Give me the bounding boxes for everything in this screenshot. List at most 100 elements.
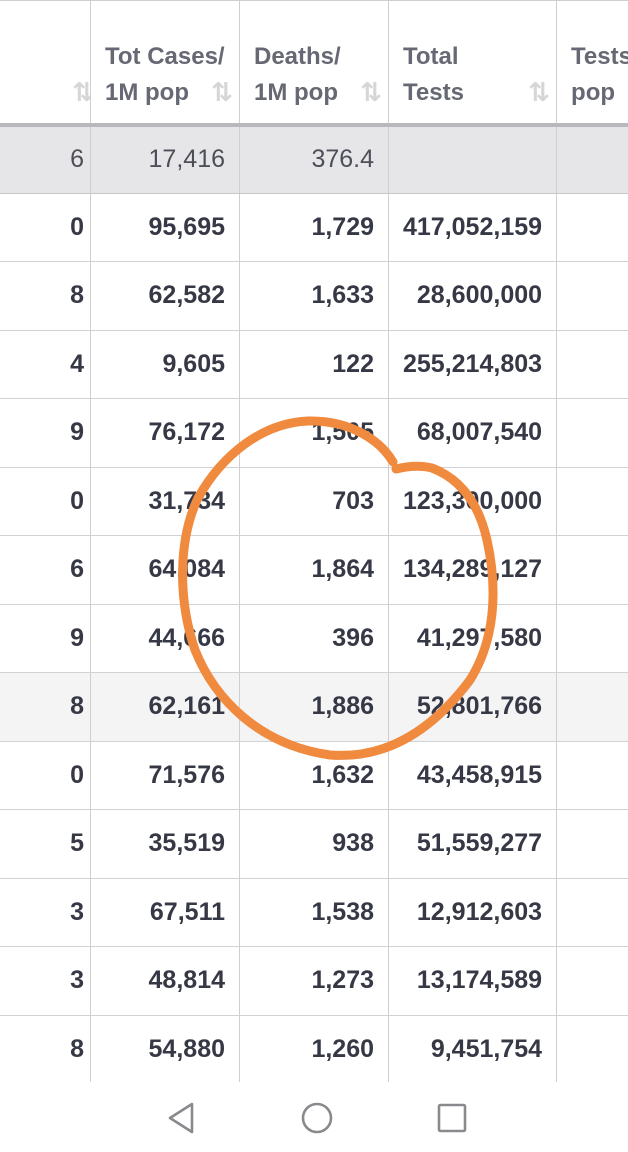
table-row[interactable]: 535,51993851,559,277613 [0, 809, 628, 879]
table-cell: 1,632 [239, 741, 389, 810]
table-cell: 9,451,754 [388, 1015, 558, 1082]
table-cell [388, 124, 558, 194]
table-cell: 67,511 [90, 878, 240, 947]
table-cell: 43,458,915 [388, 741, 558, 810]
table-cell: 376.4 [239, 124, 389, 194]
table-cell: 68,007,540 [388, 398, 558, 468]
table-cell: 844 [556, 467, 628, 536]
table-cell: 1,040 [556, 398, 628, 468]
table-cell: 1,729 [239, 193, 389, 262]
table-cell: 5 [0, 809, 91, 879]
table-row[interactable]: 976,1721,50568,007,5401,040 [0, 398, 628, 468]
table-row[interactable]: 031,734703123,300,000844 [0, 467, 628, 536]
column-header-active[interactable]: ⇅ [0, 0, 91, 127]
table-cell: 929 [556, 741, 628, 810]
sort-icon[interactable]: ⇅ [528, 74, 550, 110]
table-body: 6 17,416 376.4 095,6951,729417,052,1591,… [0, 124, 628, 1082]
table-cell: 207 [556, 1015, 628, 1082]
table-row[interactable]: 862,5821,63328,600,000133 [0, 261, 628, 331]
table-cell: 1,970 [556, 535, 628, 605]
table-cell: 874 [556, 672, 628, 742]
table-cell: 9 [0, 604, 91, 673]
table-cell: 8 [0, 1015, 91, 1082]
covid-stats-table: ⇅ Tot Cases/ 1M pop ⇅ Deaths/ 1M pop ⇅ T… [0, 0, 628, 1082]
table-row[interactable]: 862,1611,88652,801,766874 [0, 672, 628, 742]
table-cell: 256 [556, 946, 628, 1016]
column-header-label: Tests/ 1M pop [571, 43, 628, 106]
android-nav-bar [0, 1082, 628, 1152]
square-recents-icon[interactable] [434, 1100, 470, 1136]
table-cell: 41,297,580 [388, 604, 558, 673]
table-cell: 48,814 [90, 946, 240, 1016]
sort-icon[interactable]: ⇅ [211, 74, 233, 110]
column-header-total-tests[interactable]: Total Tests ⇅ [388, 0, 558, 127]
table-cell: 28,600,000 [388, 261, 558, 331]
table-row[interactable]: 944,66639641,297,580485 [0, 604, 628, 673]
table-cell: 183 [556, 330, 628, 399]
column-header-tot-cases-per-1m[interactable]: Tot Cases/ 1M pop ⇅ [90, 0, 240, 127]
table-cell: 62,161 [90, 672, 240, 742]
table-cell: 1,505 [239, 398, 389, 468]
table-cell: 8 [0, 261, 91, 331]
table-cell: 1,260 [239, 1015, 389, 1082]
table-cell: 35,519 [90, 809, 240, 879]
table-cell: 17,416 [90, 124, 240, 194]
table-cell: 9,605 [90, 330, 240, 399]
table-header-row: ⇅ Tot Cases/ 1M pop ⇅ Deaths/ 1M pop ⇅ T… [0, 0, 628, 127]
column-header-label: Tot Cases/ 1M pop [105, 43, 225, 106]
sort-icon[interactable]: ⇅ [72, 74, 89, 110]
table-cell: 6 [0, 124, 91, 194]
table-cell: 52,801,766 [388, 672, 558, 742]
table-cell: 3 [0, 878, 91, 947]
table-cell: 13,174,589 [388, 946, 558, 1016]
table-row[interactable]: 367,5111,53812,912,603341 [0, 878, 628, 947]
table-row[interactable]: 348,8141,27313,174,589256 [0, 946, 628, 1016]
table-cell: 0 [0, 467, 91, 536]
table-cell: 76,172 [90, 398, 240, 468]
table-cell: 4 [0, 330, 91, 399]
table-cell: 613 [556, 809, 628, 879]
table-cell: 0 [0, 741, 91, 810]
table-cell: 1,273 [239, 946, 389, 1016]
table-row[interactable]: 095,6951,729417,052,1591,254 [0, 193, 628, 262]
triangle-back-icon[interactable] [164, 1100, 200, 1136]
table-cell: 95,695 [90, 193, 240, 262]
table-cell: 396 [239, 604, 389, 673]
table-cell: 122 [239, 330, 389, 399]
table-cell: 8 [0, 672, 91, 742]
table-cell: 1,864 [239, 535, 389, 605]
table-row[interactable]: 664,0841,864134,289,1271,970 [0, 535, 628, 605]
table-cell: 64,084 [90, 535, 240, 605]
column-header-label: Deaths/ 1M pop [254, 43, 341, 106]
circle-home-icon[interactable] [299, 1100, 335, 1136]
table-cell: 123,300,000 [388, 467, 558, 536]
table-cell: 12,912,603 [388, 878, 558, 947]
table-cell: 51,559,277 [388, 809, 558, 879]
column-header-deaths-per-1m[interactable]: Deaths/ 1M pop ⇅ [239, 0, 389, 127]
table-cell: 6 [0, 535, 91, 605]
table-cell: 134,289,127 [388, 535, 558, 605]
table-cell: 1,633 [239, 261, 389, 331]
table-cell: 31,734 [90, 467, 240, 536]
world-total-row: 6 17,416 376.4 [0, 124, 628, 194]
table-cell: 703 [239, 467, 389, 536]
table-cell: 62,582 [90, 261, 240, 331]
sort-icon[interactable]: ⇅ [360, 74, 382, 110]
table-cell [556, 124, 628, 194]
table-cell: 54,880 [90, 1015, 240, 1082]
column-header-tests-per-1m[interactable]: Tests/ 1M pop [556, 0, 628, 127]
stats-table-viewport[interactable]: ⇅ Tot Cases/ 1M pop ⇅ Deaths/ 1M pop ⇅ T… [0, 0, 628, 1082]
table-row[interactable]: 854,8801,2609,451,754207 [0, 1015, 628, 1082]
table-cell: 1,254 [556, 193, 628, 262]
table-cell: 133 [556, 261, 628, 331]
table-cell: 485 [556, 604, 628, 673]
table-cell: 3 [0, 946, 91, 1016]
table-cell: 341 [556, 878, 628, 947]
table-row[interactable]: 071,5761,63243,458,915929 [0, 741, 628, 810]
table-cell: 255,214,803 [388, 330, 558, 399]
table-cell: 1,886 [239, 672, 389, 742]
table-cell: 44,666 [90, 604, 240, 673]
table-row[interactable]: 49,605122255,214,803183 [0, 330, 628, 399]
table-cell: 71,576 [90, 741, 240, 810]
table-cell: 417,052,159 [388, 193, 558, 262]
